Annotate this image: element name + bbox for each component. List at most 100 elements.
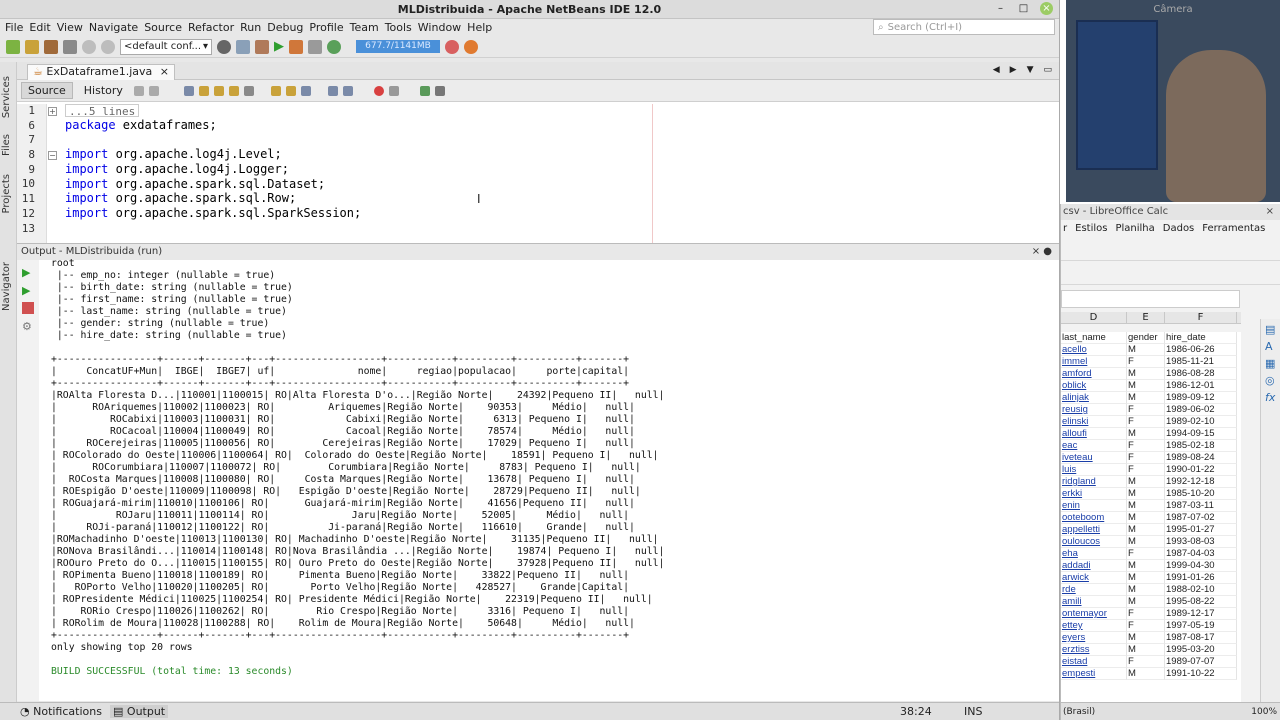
cell[interactable]: 1989-12-17: [1165, 608, 1237, 620]
cell[interactable]: acello: [1061, 344, 1127, 356]
save-all-icon[interactable]: [63, 39, 77, 54]
tab-services[interactable]: Services: [1, 76, 12, 118]
properties-icon[interactable]: ▤: [1265, 323, 1276, 336]
find-next-icon[interactable]: [213, 85, 224, 96]
calc-close-icon[interactable]: ×: [1266, 204, 1274, 220]
cell[interactable]: reusig: [1061, 404, 1127, 416]
tab-left-icon[interactable]: ◀: [993, 65, 1000, 75]
gc-icon[interactable]: [445, 39, 459, 54]
cell[interactable]: M: [1127, 584, 1165, 596]
calc-zoom[interactable]: 100%: [1251, 703, 1277, 720]
new-project-icon[interactable]: [6, 39, 20, 54]
cell[interactable]: oblick: [1061, 380, 1127, 392]
cell[interactable]: 1985-02-18: [1165, 440, 1237, 452]
column-header[interactable]: F: [1165, 312, 1237, 323]
cell[interactable]: empesti: [1061, 668, 1127, 680]
cell[interactable]: 1986-12-01: [1165, 380, 1237, 392]
cell[interactable]: eyers: [1061, 632, 1127, 644]
cell[interactable]: erkki: [1061, 488, 1127, 500]
cell[interactable]: F: [1127, 548, 1165, 560]
formula-input[interactable]: [1061, 290, 1240, 308]
cell[interactable]: F: [1127, 356, 1165, 368]
close-tab-icon[interactable]: ×: [160, 65, 169, 78]
cell[interactable]: M: [1127, 536, 1165, 548]
cell[interactable]: M: [1127, 392, 1165, 404]
tab-right-icon[interactable]: ▶: [1010, 65, 1017, 75]
find-icon[interactable]: [183, 85, 194, 96]
cell[interactable]: 1993-08-03: [1165, 536, 1237, 548]
spreadsheet-grid[interactable]: last_name gender hire_date acello M 1986-0…: [1061, 332, 1241, 702]
cell[interactable]: hire_date: [1165, 332, 1237, 344]
pause-gc-icon[interactable]: [464, 39, 478, 54]
styles-icon[interactable]: A: [1265, 340, 1276, 353]
cell[interactable]: luis: [1061, 464, 1127, 476]
maximize-icon[interactable]: □: [1017, 2, 1030, 15]
cell[interactable]: F: [1127, 416, 1165, 428]
column-header[interactable]: E: [1127, 312, 1165, 323]
shift-right-icon[interactable]: [342, 85, 353, 96]
cell[interactable]: 1991-01-26: [1165, 572, 1237, 584]
cell[interactable]: M: [1127, 428, 1165, 440]
find-prev-icon[interactable]: [198, 85, 209, 96]
cell[interactable]: 1995-03-20: [1165, 644, 1237, 656]
gallery-icon[interactable]: ▦: [1265, 357, 1276, 370]
bookmark-icon[interactable]: [243, 85, 254, 96]
cell[interactable]: addadi: [1061, 560, 1127, 572]
cell[interactable]: 1989-02-10: [1165, 416, 1237, 428]
cell[interactable]: M: [1127, 572, 1165, 584]
cell[interactable]: eha: [1061, 548, 1127, 560]
cell[interactable]: 1986-06-26: [1165, 344, 1237, 356]
cell[interactable]: F: [1127, 608, 1165, 620]
refresh-icon[interactable]: [327, 39, 341, 54]
calc-menu-item[interactable]: Planilha: [1115, 223, 1154, 234]
menu-edit[interactable]: Edit: [26, 21, 53, 34]
output-menu-icon[interactable]: ●: [1043, 246, 1052, 257]
record-macro-icon[interactable]: [373, 85, 384, 96]
functions-icon[interactable]: fx: [1265, 391, 1276, 404]
tab-restore-icon[interactable]: ▭: [1043, 65, 1052, 75]
menu-team[interactable]: Team: [347, 21, 382, 34]
menu-tools[interactable]: Tools: [382, 21, 415, 34]
cell[interactable]: F: [1127, 656, 1165, 668]
uncomment-icon[interactable]: [434, 85, 445, 96]
cell[interactable]: M: [1127, 380, 1165, 392]
shift-left-icon[interactable]: [327, 85, 338, 96]
stop-icon[interactable]: [22, 302, 34, 314]
settings-icon[interactable]: ⚙: [22, 320, 34, 333]
open-project-icon[interactable]: [44, 39, 58, 54]
cell[interactable]: F: [1127, 620, 1165, 632]
cell[interactable]: M: [1127, 512, 1165, 524]
cell[interactable]: erztiss: [1061, 644, 1127, 656]
config-gear-icon[interactable]: [217, 39, 231, 54]
cell[interactable]: ooteboom: [1061, 512, 1127, 524]
cell[interactable]: 1989-08-24: [1165, 452, 1237, 464]
menu-navigate[interactable]: Navigate: [86, 21, 141, 34]
cell[interactable]: M: [1127, 644, 1165, 656]
cell[interactable]: M: [1127, 500, 1165, 512]
menu-help[interactable]: Help: [464, 21, 495, 34]
tab-projects[interactable]: Projects: [1, 174, 12, 213]
config-select[interactable]: <default conf...: [120, 38, 212, 55]
cell[interactable]: amili: [1061, 596, 1127, 608]
menu-refactor[interactable]: Refactor: [185, 21, 237, 34]
clean-build-icon[interactable]: [255, 39, 269, 54]
calc-menu-item[interactable]: r: [1063, 223, 1067, 234]
cell[interactable]: 1992-12-18: [1165, 476, 1237, 488]
cell[interactable]: 1989-07-07: [1165, 656, 1237, 668]
cell[interactable]: ontemayor: [1061, 608, 1127, 620]
cell[interactable]: M: [1127, 368, 1165, 380]
prev-bookmark-icon[interactable]: [270, 85, 281, 96]
cell[interactable]: 1987-08-17: [1165, 632, 1237, 644]
back-icon[interactable]: [133, 85, 144, 96]
cell[interactable]: rde: [1061, 584, 1127, 596]
cell[interactable]: M: [1127, 632, 1165, 644]
cell[interactable]: 1989-06-02: [1165, 404, 1237, 416]
cell[interactable]: ridgland: [1061, 476, 1127, 488]
cell[interactable]: 1985-11-21: [1165, 356, 1237, 368]
stop-macro-icon[interactable]: [388, 85, 399, 96]
cell[interactable]: 1987-07-02: [1165, 512, 1237, 524]
cell[interactable]: ouloucos: [1061, 536, 1127, 548]
cell[interactable]: 1986-08-28: [1165, 368, 1237, 380]
output-close-icon[interactable]: ×: [1032, 246, 1040, 257]
cell[interactable]: ettey: [1061, 620, 1127, 632]
